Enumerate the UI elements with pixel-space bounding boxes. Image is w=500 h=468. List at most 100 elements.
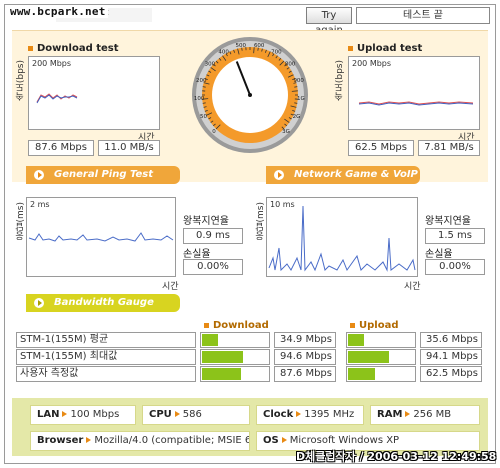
gauge-tick-label: 700 — [271, 49, 282, 55]
bandwidth-download-bar-track — [200, 349, 270, 365]
tab-bandwidth-label: Bandwidth Gauge — [54, 297, 154, 308]
arrow-icon — [405, 410, 411, 417]
download-mbs: 11.0 MB/s — [98, 140, 160, 156]
download-line — [36, 93, 78, 104]
tab-bandwidth-gauge[interactable]: Bandwidth Gauge — [26, 294, 180, 312]
bandwidth-upload-bar-track — [346, 366, 416, 382]
gauge-tick-label: 2G — [293, 114, 301, 120]
try-again-button[interactable]: Try again — [306, 7, 352, 36]
bandwidth-upload-bar — [348, 351, 390, 363]
arrow-icon — [296, 410, 302, 417]
bandwidth-download-bar — [202, 334, 218, 346]
ping-xlabel: 시간 — [162, 282, 179, 292]
bandwidth-upload-label-text: Upload — [359, 320, 399, 331]
download-mbps: 87.6 Mbps — [28, 140, 94, 156]
game-rtt-label: 왕복지연율 — [425, 216, 471, 227]
info-browser-label: Browser — [37, 435, 84, 446]
upload-mbs: 7.81 MB/s — [418, 140, 480, 156]
gauge-tick-label: 100 — [194, 96, 205, 102]
ping-line — [28, 232, 174, 242]
ping-rtt-value: 0.9 ms — [183, 228, 243, 244]
arrow-icon — [281, 436, 287, 443]
download-title-text: Download test — [37, 43, 119, 54]
info-cpu: CPU 586 — [142, 405, 250, 425]
watermark-credit: D체클럽작자 / 2006-03-12 12:49:58 — [296, 450, 497, 463]
info-cpu-value: 586 — [182, 409, 202, 420]
bullet-icon — [28, 45, 33, 51]
arrow-icon — [62, 410, 68, 417]
tab-general-ping[interactable]: General Ping Test — [26, 166, 180, 184]
upload-title: Upload test — [348, 43, 422, 54]
bandwidth-upload-value: 62.5 Mbps — [420, 366, 482, 382]
ping-loss-label: 손실율 — [183, 249, 211, 260]
game-xlabel: 시간 — [404, 282, 421, 292]
gauge-tick-label: 300 — [205, 62, 216, 68]
gauge-tick-label: 900 — [293, 78, 304, 84]
bandwidth-download-value: 34.9 Mbps — [274, 332, 336, 348]
bullet-icon — [350, 322, 355, 328]
bandwidth-download-bar — [202, 351, 244, 363]
bandwidth-download-label: Download — [204, 320, 269, 331]
gauge-tick-label: 1G — [297, 96, 305, 102]
info-ram: RAM 256 MB — [370, 405, 480, 425]
bandwidth-row-label: STM-1(155M) 최대값 — [16, 349, 196, 365]
bandwidth-download-bar — [202, 368, 241, 380]
bandwidth-row-label: STM-1(155M) 평균 — [16, 332, 196, 348]
info-clock-value: 1395 MHz — [304, 409, 355, 420]
bandwidth-upload-bar — [348, 368, 376, 380]
bandwidth-upload-bar-track — [346, 332, 416, 348]
upload-line — [358, 101, 474, 106]
bullet-icon — [348, 45, 353, 51]
info-browser: Browser Mozilla/4.0 (compatible; MSIE 6.0 — [30, 431, 250, 451]
ping-graph: 2 ms — [26, 197, 176, 277]
gauge-tick-label: 3G — [282, 129, 290, 135]
tab-network-game[interactable]: Network Game & VoIP Test — [266, 166, 420, 198]
bandwidth-upload-label: Upload — [350, 320, 398, 331]
upload-ylabel: 속도(bps) — [335, 60, 345, 102]
info-clock-label: Clock — [263, 409, 294, 420]
gauge-tick-label: 600 — [254, 43, 265, 49]
bandwidth-download-label-text: Download — [213, 320, 269, 331]
gauge-tick-label: 50 — [200, 114, 207, 120]
game-line — [268, 205, 416, 272]
arrow-circle-icon — [34, 298, 44, 308]
bandwidth-upload-bar-track — [346, 349, 416, 365]
bandwidth-download-value: 94.6 Mbps — [274, 349, 336, 365]
arrow-circle-icon — [274, 170, 284, 180]
gauge-tick-label: 500 — [236, 43, 247, 49]
bandwidth-download-bar-track — [200, 366, 270, 382]
bandwidth-download-value: 87.6 Mbps — [274, 366, 336, 382]
upload-mbps: 62.5 Mbps — [348, 140, 414, 156]
status-box: 테스트 끝 — [356, 7, 490, 24]
info-ram-value: 256 MB — [413, 409, 452, 420]
arrow-circle-icon — [34, 170, 44, 180]
download-title: Download test — [28, 43, 119, 54]
info-cpu-label: CPU — [149, 409, 172, 420]
game-rtt-value: 1.5 ms — [425, 228, 485, 244]
bandwidth-download-bar-track — [200, 332, 270, 348]
upload-graph: 200 Mbps — [348, 56, 480, 130]
bullet-icon — [204, 322, 209, 328]
info-ram-label: RAM — [377, 409, 403, 420]
gauge-tick-label: 800 — [285, 62, 296, 68]
gauge-tick-label: 200 — [196, 78, 207, 84]
download-ylabel: 속도(bps) — [16, 60, 26, 102]
game-graph: 10 ms — [266, 197, 418, 277]
gauge-tick-label: 0 — [212, 129, 216, 135]
info-lan-label: LAN — [37, 409, 60, 420]
download-graph: 200 Mbps — [28, 56, 160, 130]
info-clock: Clock 1395 MHz — [256, 405, 364, 425]
bandwidth-row-label: 사용자 측정값 — [16, 366, 196, 382]
watermark-url: www.bcpark.net — [8, 5, 108, 18]
upload-title-text: Upload test — [357, 43, 423, 54]
tab-general-ping-label: General Ping Test — [54, 169, 154, 180]
speed-gauge: 0 50 100 200 300 400 500 600 700 800 900 1G 2G 3G — [192, 37, 308, 153]
arrow-icon — [174, 410, 180, 417]
arrow-icon — [86, 436, 92, 443]
info-browser-value: Mozilla/4.0 (compatible; MSIE 6.0 — [94, 435, 250, 446]
gauge-tick-label: 400 — [218, 49, 229, 55]
info-lan: LAN 100 Mbps — [30, 405, 136, 425]
ping-loss-value: 0.00% — [183, 259, 243, 275]
bandwidth-upload-value: 94.1 Mbps — [420, 349, 482, 365]
bandwidth-upload-value: 35.6 Mbps — [420, 332, 482, 348]
